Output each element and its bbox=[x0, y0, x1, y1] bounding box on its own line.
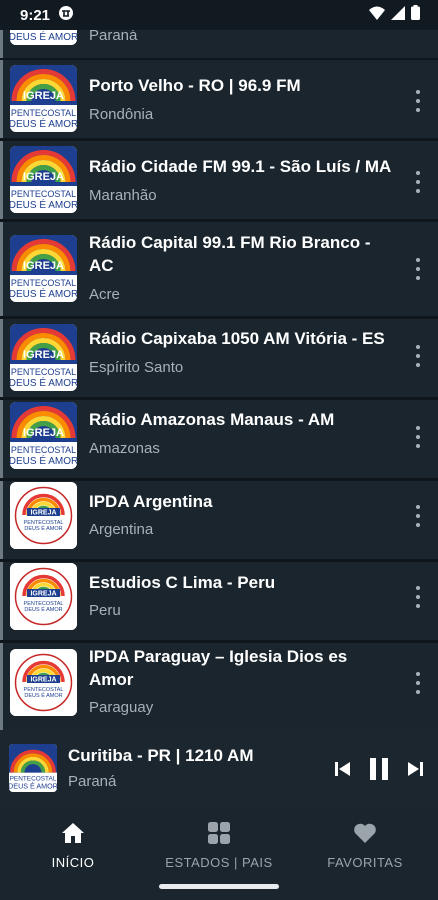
nav-home[interactable]: INÍCIO bbox=[0, 820, 146, 870]
list-item[interactable]: IGREJA PENTECOSTAL DEUS É AMOR Rádio Cap… bbox=[0, 222, 438, 316]
signal-icon bbox=[391, 5, 405, 25]
nav-states-label: ESTADOS | PAIS bbox=[165, 855, 273, 870]
svg-text:DEUS É AMOR: DEUS É AMOR bbox=[10, 117, 77, 130]
player-subtitle: Paraná bbox=[68, 773, 117, 790]
player-station-logo: PENTECOSTAL DEUS É AMOR bbox=[9, 744, 57, 792]
more-options-icon[interactable] bbox=[411, 672, 425, 694]
svg-text:DEUS É AMOR: DEUS É AMOR bbox=[24, 692, 62, 699]
app-notification-icon bbox=[58, 5, 74, 26]
station-logo: IGREJA PENTECOSTAL DEUS É AMOR bbox=[10, 146, 77, 213]
station-logo: IGREJA PENTECOSTAL DEUS É AMOR bbox=[10, 563, 77, 630]
station-title: Rádio Capital 99.1 FM Rio Branco - AC bbox=[89, 233, 371, 275]
station-logo: IGREJA PENTECOSTAL DEUS É AMOR bbox=[10, 324, 77, 391]
heart-icon bbox=[292, 820, 438, 846]
station-logo: IGREJA PENTECOSTAL DEUS É AMOR bbox=[10, 649, 77, 716]
svg-text:PENTECOSTAL: PENTECOSTAL bbox=[11, 189, 76, 199]
list-item[interactable]: IGREJA PENTECOSTAL DEUS É AMOR IPDA Arge… bbox=[0, 481, 438, 559]
station-title: Porto Velho - RO | 96.9 FM bbox=[89, 76, 301, 95]
station-title: Rádio Cidade FM 99.1 - São Luís / MA bbox=[89, 157, 392, 176]
svg-text:DEUS É AMOR: DEUS É AMOR bbox=[24, 525, 62, 532]
station-title: Estudios C Lima - Peru bbox=[89, 573, 276, 592]
list-item[interactable]: IGREJA PENTECOSTAL DEUS É AMOR IPDA Para… bbox=[0, 643, 438, 730]
station-subtitle: Espírito Santo bbox=[89, 359, 184, 376]
station-subtitle: Acre bbox=[89, 286, 120, 303]
station-list[interactable]: PENTECOSTAL DEUS É AMOR Paraná IGREJA PE… bbox=[0, 0, 438, 730]
svg-text:IGREJA: IGREJA bbox=[23, 427, 64, 439]
svg-text:DEUS É AMOR: DEUS É AMOR bbox=[10, 198, 77, 211]
svg-text:DEUS É AMOR: DEUS É AMOR bbox=[10, 30, 77, 43]
skip-next-icon[interactable] bbox=[406, 761, 424, 782]
svg-text:PENTECOSTAL: PENTECOSTAL bbox=[11, 445, 76, 455]
station-subtitle: Amazonas bbox=[89, 440, 160, 457]
more-options-icon[interactable] bbox=[411, 426, 425, 448]
more-options-icon[interactable] bbox=[411, 258, 425, 280]
station-subtitle: Rondônia bbox=[89, 106, 154, 123]
svg-text:PENTECOSTAL: PENTECOSTAL bbox=[10, 776, 57, 783]
list-item[interactable]: IGREJA PENTECOSTAL DEUS É AMOR Rádio Ama… bbox=[0, 400, 438, 478]
skip-previous-icon[interactable] bbox=[334, 761, 352, 782]
station-title: IPDA Argentina bbox=[89, 492, 213, 511]
nav-favorites-label: FAVORITAS bbox=[327, 855, 403, 870]
more-options-icon[interactable] bbox=[411, 505, 425, 527]
svg-text:DEUS É AMOR: DEUS É AMOR bbox=[10, 454, 77, 467]
station-subtitle: Paraguay bbox=[89, 699, 154, 716]
list-item[interactable]: IGREJA PENTECOSTAL DEUS É AMOR Rádio Cid… bbox=[0, 141, 438, 219]
station-title: Rádio Capixaba 1050 AM Vitória - ES bbox=[89, 329, 385, 348]
svg-text:DEUS É AMOR: DEUS É AMOR bbox=[24, 606, 62, 613]
grid-icon bbox=[146, 820, 292, 846]
nav-favorites[interactable]: FAVORITAS bbox=[292, 820, 438, 870]
station-logo: IGREJA PENTECOSTAL DEUS É AMOR bbox=[10, 235, 77, 302]
svg-text:IGREJA: IGREJA bbox=[23, 349, 64, 361]
svg-text:IGREJA: IGREJA bbox=[23, 90, 64, 102]
svg-text:PENTECOSTAL: PENTECOSTAL bbox=[11, 367, 76, 377]
home-indicator[interactable] bbox=[159, 884, 279, 889]
station-logo: IGREJA PENTECOSTAL DEUS É AMOR bbox=[10, 65, 77, 132]
station-subtitle: Maranhão bbox=[89, 187, 157, 204]
station-logo: IGREJA PENTECOSTAL DEUS É AMOR bbox=[10, 482, 77, 549]
status-bar: 9:21 bbox=[0, 0, 438, 30]
svg-text:PENTECOSTAL: PENTECOSTAL bbox=[11, 278, 76, 288]
station-subtitle: Argentina bbox=[89, 521, 154, 538]
svg-text:IGREJA: IGREJA bbox=[30, 677, 56, 684]
battery-icon bbox=[411, 5, 420, 25]
mini-player[interactable]: PENTECOSTAL DEUS É AMOR Curitiba - PR | … bbox=[0, 730, 438, 808]
svg-text:IGREJA: IGREJA bbox=[30, 510, 56, 517]
svg-text:IGREJA: IGREJA bbox=[23, 260, 64, 272]
more-options-icon[interactable] bbox=[411, 345, 425, 367]
svg-text:DEUS É AMOR: DEUS É AMOR bbox=[9, 781, 57, 790]
home-icon bbox=[0, 820, 146, 846]
station-logo: IGREJA PENTECOSTAL DEUS É AMOR bbox=[10, 402, 77, 469]
list-item[interactable]: IGREJA PENTECOSTAL DEUS É AMOR Rádio Cap… bbox=[0, 319, 438, 397]
station-title: IPDA Paraguay – Iglesia Dios es Amor bbox=[89, 647, 348, 689]
svg-text:PENTECOSTAL: PENTECOSTAL bbox=[11, 108, 76, 118]
status-time: 9:21 bbox=[20, 6, 51, 24]
list-item[interactable]: IGREJA PENTECOSTAL DEUS É AMOR Porto Vel… bbox=[0, 60, 438, 138]
station-subtitle: Peru bbox=[89, 602, 121, 619]
more-options-icon[interactable] bbox=[411, 586, 425, 608]
nav-states[interactable]: ESTADOS | PAIS bbox=[146, 820, 292, 870]
more-options-icon[interactable] bbox=[411, 171, 425, 193]
station-title: Rádio Amazonas Manaus - AM bbox=[89, 410, 335, 429]
wifi-icon bbox=[369, 6, 385, 25]
more-options-icon[interactable] bbox=[411, 90, 425, 112]
player-title: Curitiba - PR | 1210 AM bbox=[68, 746, 254, 765]
nav-home-label: INÍCIO bbox=[51, 855, 95, 870]
pause-button[interactable] bbox=[369, 757, 389, 786]
svg-text:DEUS É AMOR: DEUS É AMOR bbox=[10, 287, 77, 300]
svg-text:DEUS É AMOR: DEUS É AMOR bbox=[10, 376, 77, 389]
svg-text:IGREJA: IGREJA bbox=[23, 171, 64, 183]
svg-text:IGREJA: IGREJA bbox=[30, 591, 56, 598]
list-item[interactable]: IGREJA PENTECOSTAL DEUS É AMOR Estudios … bbox=[0, 562, 438, 640]
